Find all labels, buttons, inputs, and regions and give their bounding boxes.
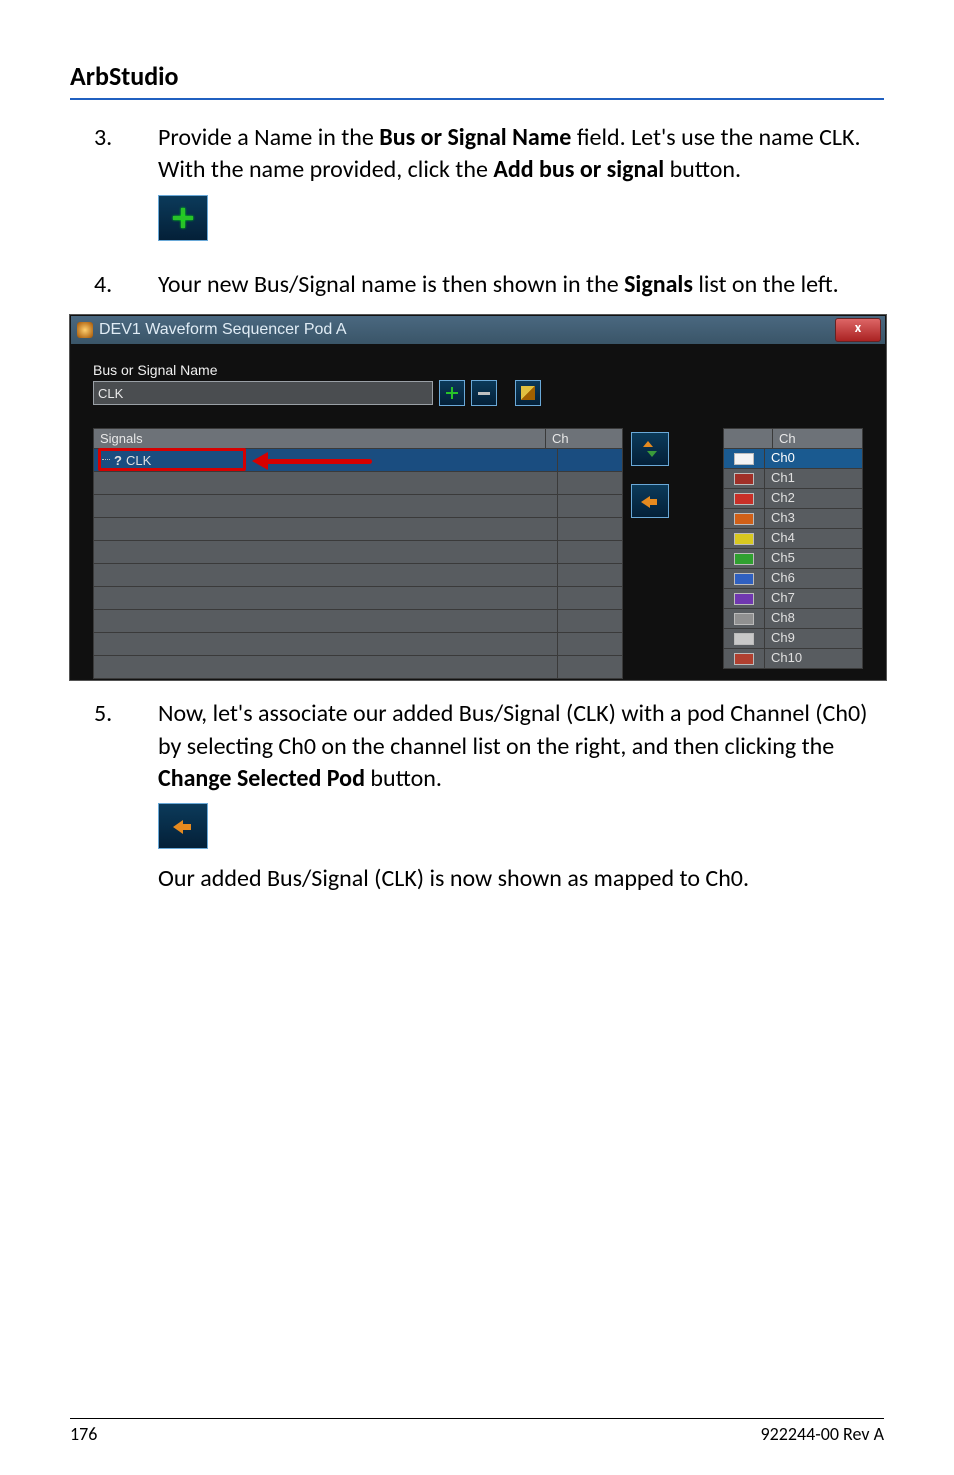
arrow-left-icon [641, 494, 659, 508]
channel-label: Ch6 [765, 569, 862, 588]
channel-color-swatch [734, 493, 754, 505]
step-5: 5. Now, let's associate our added Bus/Si… [70, 698, 884, 896]
channel-color-swatch [734, 653, 754, 665]
signals-row-empty[interactable] [94, 610, 622, 633]
signals-col-header: Signals [94, 429, 546, 448]
text-bold: Signals [624, 270, 693, 299]
text: Now, let's associate our added Bus/Signa… [158, 699, 867, 760]
doc-revision: 922244-00 Rev A [760, 1423, 884, 1445]
edit-bus-signal-button[interactable] [515, 380, 541, 406]
channel-list-header: Ch [724, 429, 862, 448]
step-number: 3. [70, 122, 158, 255]
close-button[interactable]: x [835, 318, 881, 342]
signals-row-empty[interactable] [94, 541, 622, 564]
channel-row[interactable]: Ch7 [724, 588, 862, 608]
plus-icon [171, 206, 195, 230]
page-title: ArbStudio [70, 60, 884, 100]
text: list on the left. [693, 270, 839, 299]
step-number: 4. [70, 269, 158, 301]
text-bold: Change Selected Pod [158, 764, 365, 793]
app-icon [77, 322, 93, 338]
channel-row[interactable]: Ch5 [724, 548, 862, 568]
plus-icon [445, 386, 459, 400]
change-selected-pod-button[interactable] [631, 484, 669, 518]
channel-color-swatch [734, 593, 754, 605]
step-4: 4. Your new Bus/Signal name is then show… [70, 269, 884, 301]
signals-list: ? CLK [93, 449, 623, 679]
signal-name: CLK [126, 453, 151, 468]
channel-color-swatch [734, 573, 754, 585]
sequencer-window: DEV1 Waveform Sequencer Pod A x Bus or S… [70, 315, 886, 680]
channel-color-swatch [734, 613, 754, 625]
signals-row-empty[interactable] [94, 564, 622, 587]
page-number: 176 [70, 1423, 97, 1445]
channel-row[interactable]: Ch2 [724, 488, 862, 508]
channel-color-swatch [734, 533, 754, 545]
signals-row-empty[interactable] [94, 518, 622, 541]
channel-label: Ch3 [765, 509, 862, 528]
channel-label: Ch4 [765, 529, 862, 548]
channel-label: Ch1 [765, 469, 862, 488]
question-icon: ? [114, 453, 122, 468]
remove-bus-signal-button[interactable] [471, 380, 497, 406]
text: Our added Bus/Signal (CLK) is now shown … [158, 863, 884, 895]
ch-col-header: Ch [546, 429, 622, 448]
bus-signal-name-input[interactable] [93, 381, 433, 405]
channel-row[interactable]: Ch3 [724, 508, 862, 528]
step-number: 5. [70, 698, 158, 896]
channel-row[interactable]: Ch0 [724, 448, 862, 468]
text-bold: Bus or Signal Name [379, 123, 571, 152]
channel-label: Ch9 [765, 629, 862, 648]
text: Provide a Name in the [158, 123, 379, 152]
bus-signal-name-label: Bus or Signal Name [93, 362, 863, 378]
channel-color-swatch [734, 633, 754, 645]
window-titlebar: DEV1 Waveform Sequencer Pod A x [71, 316, 885, 344]
add-bus-signal-button[interactable] [439, 380, 465, 406]
channel-label: Ch7 [765, 589, 862, 608]
text: Your new Bus/Signal name is then shown i… [158, 270, 624, 299]
text: button. [664, 155, 741, 184]
page-footer: 176 922244-00 Rev A [70, 1418, 884, 1445]
swap-icon [641, 439, 659, 459]
step-3: 3. Provide a Name in the Bus or Signal N… [70, 122, 884, 255]
channel-row[interactable]: Ch6 [724, 568, 862, 588]
channel-label: Ch10 [765, 649, 862, 668]
text: button. [365, 764, 442, 793]
signals-header: Signals Ch [93, 428, 623, 449]
channel-row[interactable]: Ch8 [724, 608, 862, 628]
channel-row[interactable]: Ch4 [724, 528, 862, 548]
channel-list: Ch Ch0Ch1Ch2Ch3Ch4Ch5Ch6Ch7Ch8Ch9Ch10 [723, 428, 863, 669]
signals-row-empty[interactable] [94, 587, 622, 610]
signals-row-clk[interactable]: ? CLK [94, 449, 622, 472]
swap-pods-button[interactable] [631, 432, 669, 466]
arrow-left-icon [171, 814, 195, 838]
add-button-illustration [158, 195, 208, 241]
channel-label: Ch8 [765, 609, 862, 628]
signals-row-empty[interactable] [94, 495, 622, 518]
window-title: DEV1 Waveform Sequencer Pod A [99, 321, 347, 339]
ch-header: Ch [773, 429, 862, 448]
minus-icon [478, 392, 490, 395]
channel-color-swatch [734, 513, 754, 525]
channel-label: Ch0 [765, 449, 862, 468]
edit-icon [521, 386, 535, 400]
signals-row-empty[interactable] [94, 633, 622, 656]
signals-row-empty[interactable] [94, 656, 622, 678]
change-pod-button-illustration [158, 803, 208, 849]
text-bold: Add bus or signal [493, 155, 664, 184]
channel-color-swatch [734, 473, 754, 485]
channel-color-swatch [734, 453, 754, 465]
channel-row[interactable]: Ch10 [724, 648, 862, 668]
channel-label: Ch2 [765, 489, 862, 508]
channel-row[interactable]: Ch1 [724, 468, 862, 488]
channel-color-swatch [734, 553, 754, 565]
channel-row[interactable]: Ch9 [724, 628, 862, 648]
channel-label: Ch5 [765, 549, 862, 568]
signals-row-empty[interactable] [94, 472, 622, 495]
